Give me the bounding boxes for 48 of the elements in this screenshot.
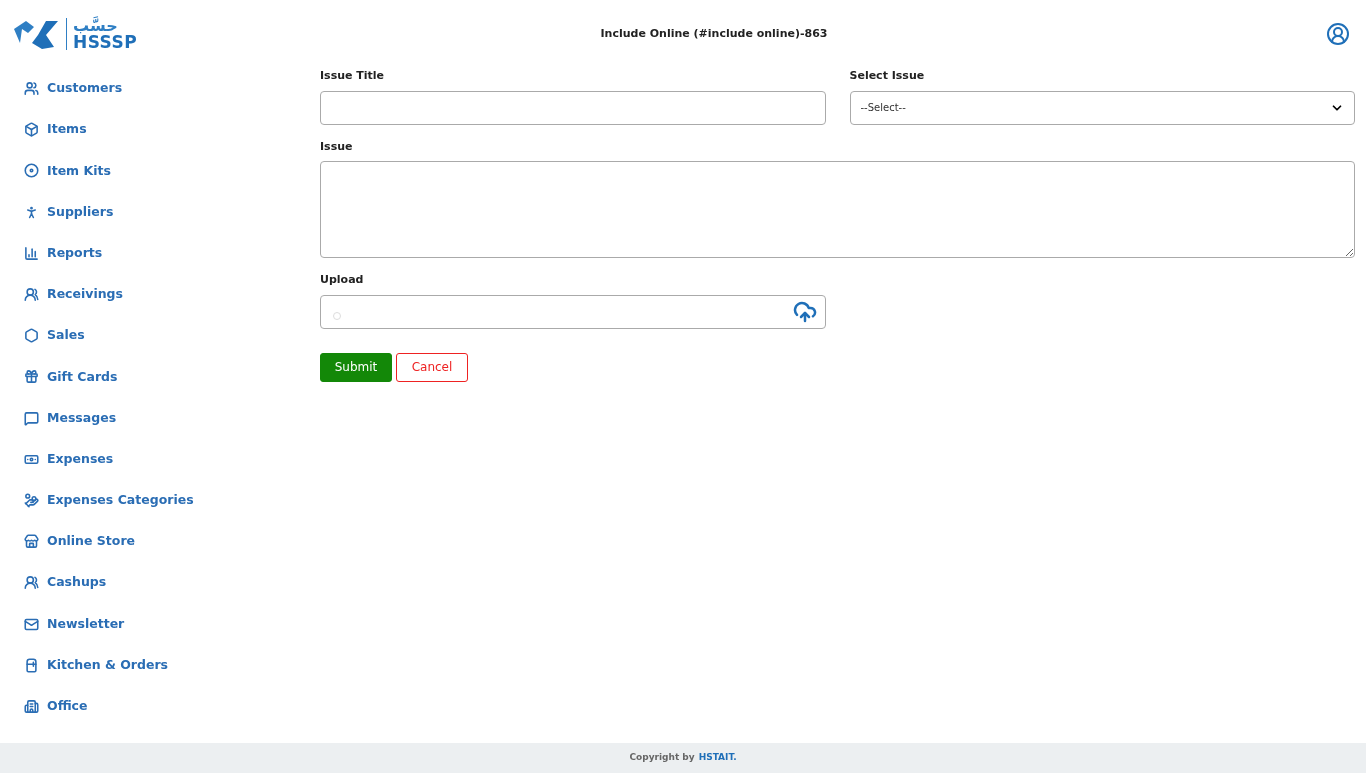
people-icon xyxy=(24,287,39,303)
select-issue-dropdown[interactable]: --Select-- xyxy=(849,90,1355,125)
sidebar-item[interactable]: Item Kits xyxy=(24,150,320,192)
field-label: Issue Title xyxy=(320,68,386,84)
disc-icon xyxy=(24,163,39,179)
sidebar-item[interactable]: Newsletter xyxy=(24,603,320,645)
cloud-upload-icon xyxy=(792,299,817,324)
gift-icon xyxy=(24,369,39,385)
cancel-button[interactable]: Cancel xyxy=(396,352,468,382)
sidebar-item[interactable]: Kitchen & Orders xyxy=(24,644,320,686)
hand-coins-icon xyxy=(24,492,39,508)
field-label: Upload xyxy=(320,272,365,288)
user-account-icon[interactable] xyxy=(1326,22,1350,46)
people-icon xyxy=(24,575,39,591)
sidebar-item[interactable]: Customers xyxy=(24,68,320,110)
issue-title-field[interactable] xyxy=(320,90,826,125)
sidebar-item[interactable]: Messages xyxy=(24,397,320,439)
sidebar-item[interactable]: Office xyxy=(24,685,320,727)
chat-icon xyxy=(24,410,39,426)
sidebar-item[interactable]: Items xyxy=(24,109,320,151)
company-link[interactable]: HSTAIT. xyxy=(698,751,737,765)
field-label: Issue xyxy=(320,138,354,155)
submit-button[interactable]: Submit xyxy=(320,352,392,382)
fridge-icon xyxy=(24,657,39,673)
upload-field[interactable] xyxy=(320,294,826,329)
sidebar-item[interactable]: Cashups xyxy=(24,562,320,604)
sidebar-item[interactable]: Reports xyxy=(24,232,320,274)
issue-text-area[interactable] xyxy=(320,161,1355,258)
people-icon xyxy=(24,81,39,97)
mail-icon xyxy=(24,616,39,632)
chart-icon xyxy=(24,245,39,261)
sidebar-item[interactable]: Expenses xyxy=(24,438,320,480)
sidebar-item[interactable]: Gift Cards xyxy=(24,356,320,398)
page-title: Include Online (#include online)-863 xyxy=(600,25,828,42)
sidebar-item[interactable]: Expenses Categories xyxy=(24,479,320,522)
sidebar-item[interactable]: Suppliers xyxy=(24,191,320,233)
field-label: Select Issue xyxy=(849,68,926,84)
person-icon xyxy=(24,204,39,220)
logo-arabic-text: حسَّب xyxy=(73,17,118,34)
sidebar-item[interactable]: Sales xyxy=(24,315,320,357)
sidebar-item[interactable]: Receivings xyxy=(24,273,320,316)
sidebar-item[interactable]: Online Store xyxy=(24,521,320,563)
store-icon xyxy=(24,534,39,550)
box-icon xyxy=(24,122,39,138)
logo-text: HSSSP xyxy=(73,33,137,51)
hexagon-icon xyxy=(24,328,39,344)
building-icon xyxy=(24,698,39,714)
copyright-text: Copyright by xyxy=(629,751,695,765)
